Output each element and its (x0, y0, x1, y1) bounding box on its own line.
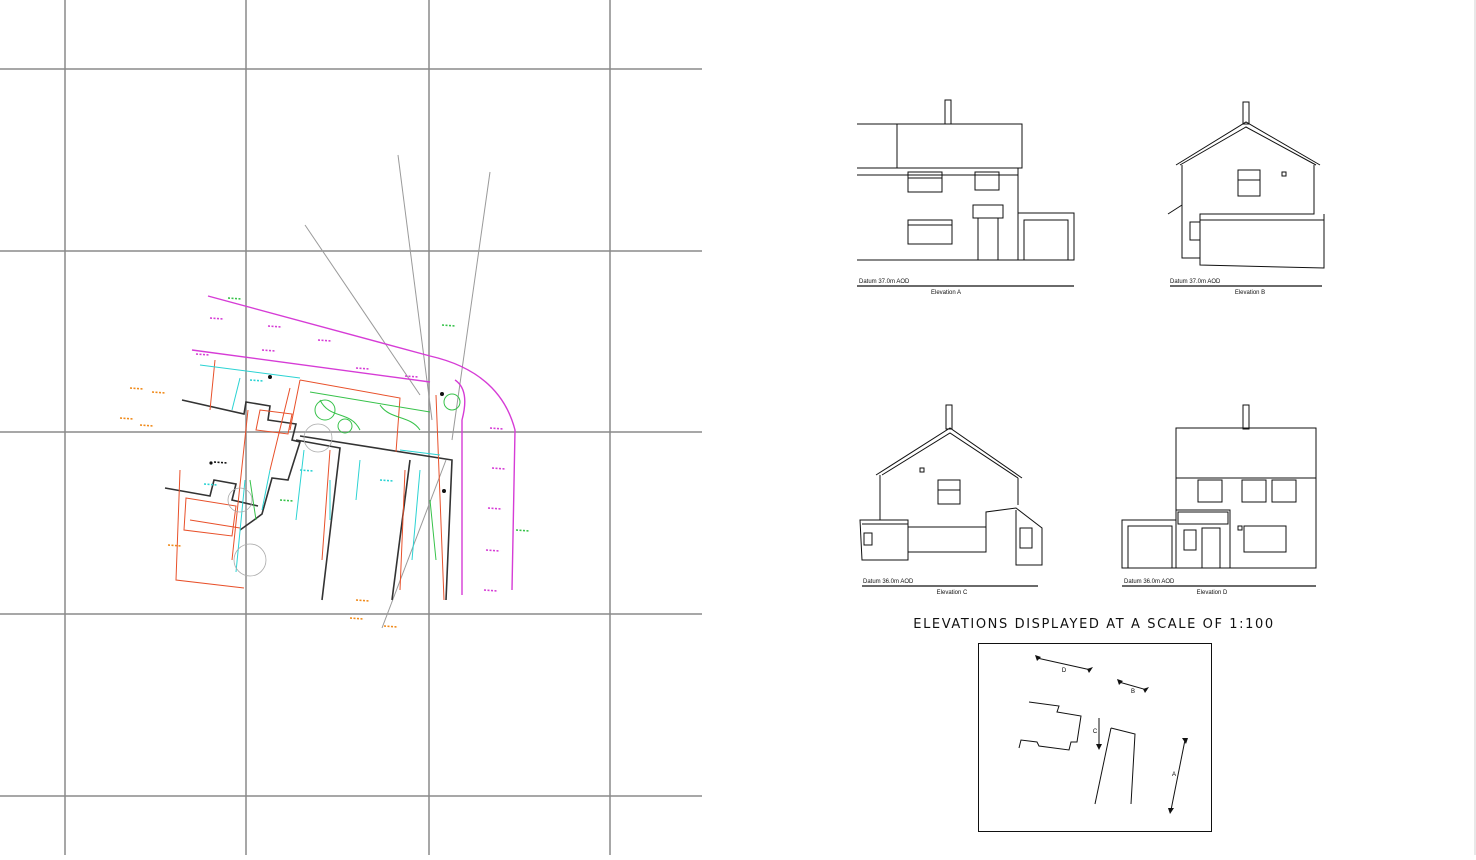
spot-level-mark (261, 349, 277, 352)
elevation-c-datum: Datum 36.0m AOD (863, 579, 914, 585)
elevation-d-title: Elevation D (1197, 590, 1228, 596)
key-plan-drawing: D B C A (1018, 655, 1188, 814)
spot-level-mark (355, 367, 371, 370)
survey-plan-panel[interactable] (0, 0, 703, 855)
spot-level-mark (349, 617, 365, 620)
elevation-c-drawing (859, 404, 1043, 587)
spot-level-mark (213, 461, 229, 464)
map-grid (0, 0, 702, 855)
spot-level-mark (483, 589, 499, 592)
elevation-a-datum: Datum 37.0m AOD (859, 279, 910, 285)
elevations-sheet[interactable]: Datum 37.0m AOD Elevation A Datum 37.0m … (702, 0, 1476, 855)
spot-level-mark (487, 507, 503, 510)
key-marker-b: B (1131, 689, 1135, 695)
spot-level-mark (119, 417, 135, 420)
elevation-b-drawing (1167, 101, 1325, 287)
spot-level-mark (209, 317, 225, 320)
key-marker-c: C (1093, 729, 1098, 735)
spot-level-mark (515, 529, 531, 532)
spot-level-mark (279, 499, 295, 502)
spot-level-mark (317, 339, 333, 342)
spot-level-mark (355, 599, 371, 602)
elevation-a-title: Elevation A (931, 290, 961, 296)
spot-level-mark (227, 297, 243, 300)
building-walls (164, 399, 453, 601)
elevation-d-drawing (1121, 404, 1317, 587)
services-lines (199, 364, 441, 573)
elevation-a-drawing (857, 99, 1075, 287)
spot-level-mark (379, 479, 395, 482)
spot-level-mark (485, 549, 501, 552)
spot-level-mark (129, 387, 145, 390)
scale-note: ELEVATIONS DISPLAYED AT A SCALE OF 1:100 (913, 617, 1275, 632)
spot-level-mark (195, 353, 211, 356)
spot-level-mark (383, 625, 399, 628)
spot-level-mark (249, 379, 265, 382)
spot-level-mark (203, 483, 219, 486)
spot-level-mark (441, 324, 457, 327)
spot-level-mark (139, 424, 155, 427)
key-plan: D B C A (978, 643, 1212, 832)
survey-plan-drawing (0, 0, 702, 855)
key-marker-d: D (1062, 668, 1067, 674)
elevation-d-datum: Datum 36.0m AOD (1124, 579, 1175, 585)
elevation-b-datum: Datum 37.0m AOD (1170, 279, 1221, 285)
spot-level-mark (167, 544, 183, 547)
spot-level-mark (491, 467, 507, 470)
elevation-c-title: Elevation C (937, 590, 968, 596)
spot-level-mark (489, 427, 505, 430)
key-marker-a: A (1172, 772, 1176, 778)
spot-level-mark (151, 391, 167, 394)
elevation-b-title: Elevation B (1235, 290, 1265, 296)
spot-level-mark (267, 325, 283, 328)
